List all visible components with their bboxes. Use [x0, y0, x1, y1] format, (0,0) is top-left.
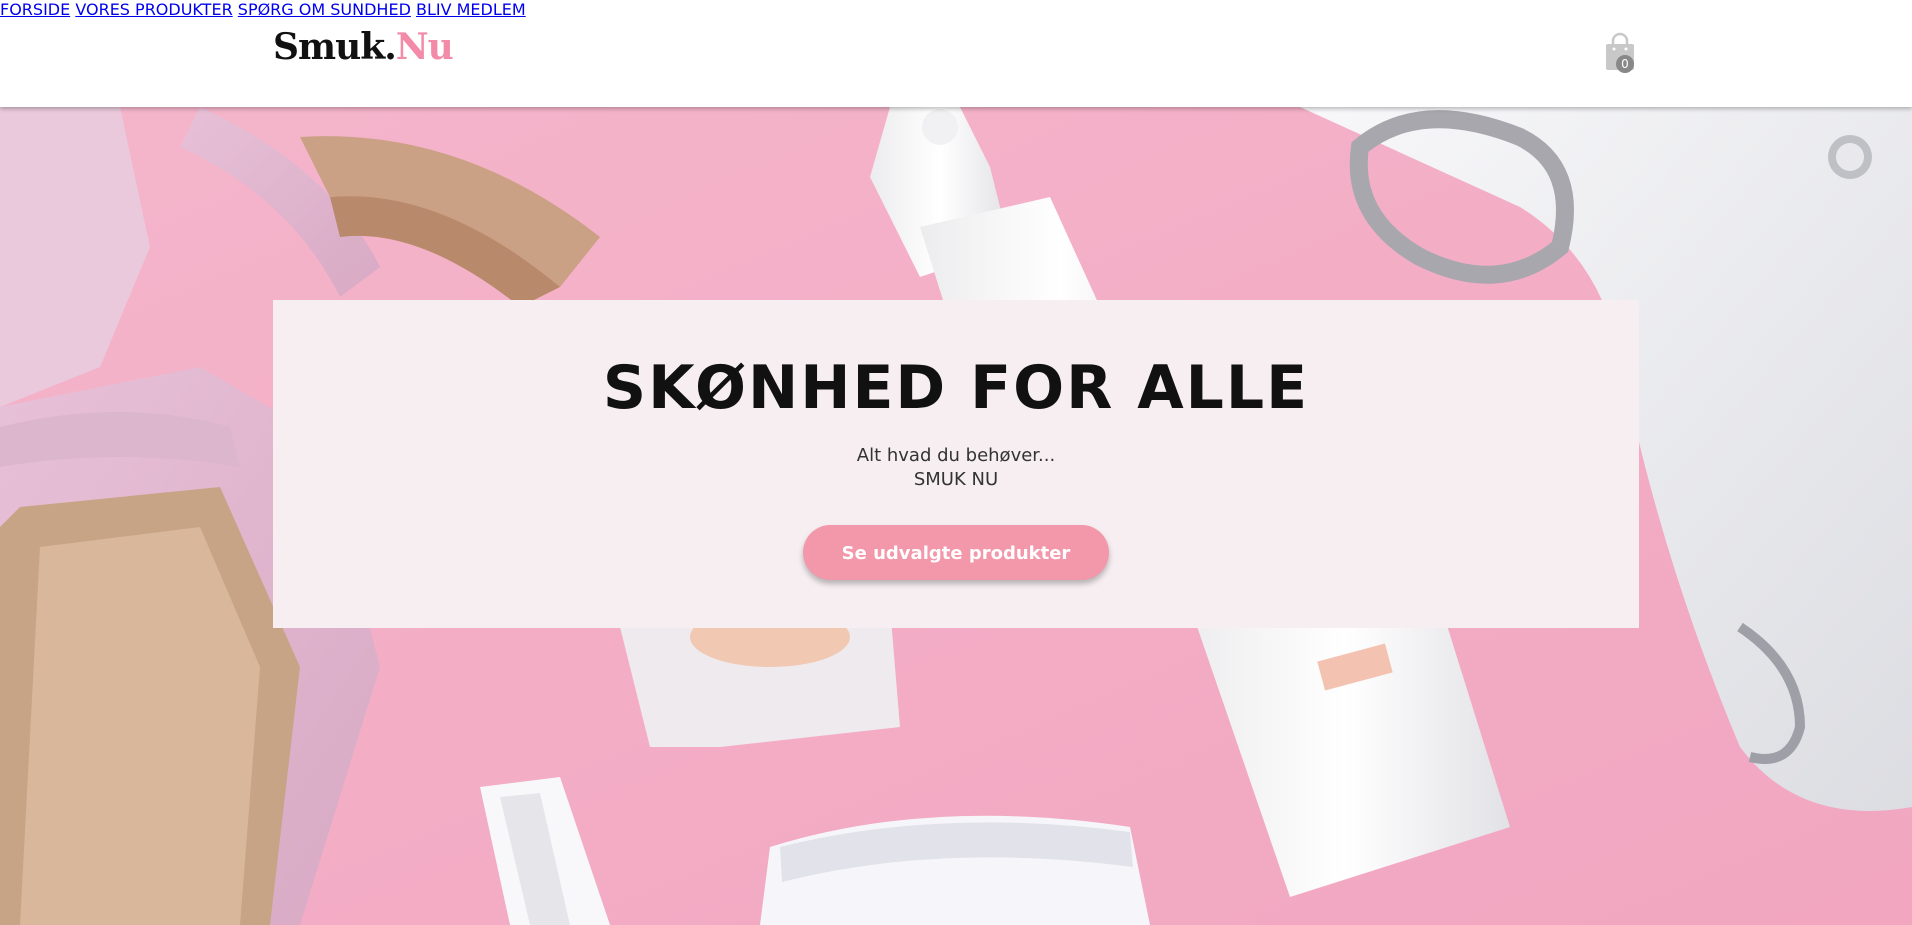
site-header: Smuk.Nu FORSIDE VORES PRODUKTER SPØRG OM…: [0, 0, 1912, 107]
logo-accent: Nu: [395, 26, 454, 68]
cart-count-badge: 0: [1616, 55, 1634, 73]
site-logo[interactable]: Smuk.Nu: [273, 26, 454, 68]
nav-item-forside[interactable]: FORSIDE: [0, 0, 70, 19]
see-featured-products-button[interactable]: Se udvalgte produkter: [803, 525, 1109, 580]
nav-item-vores-produkter[interactable]: VORES PRODUKTER: [75, 0, 232, 19]
hero-tagline: SMUK NU: [913, 469, 999, 490]
hero-title: SKØNHED FOR ALLE: [602, 353, 1310, 423]
logo-main: Smuk.: [273, 26, 397, 68]
hero-subtitle: Alt hvad du behøver...: [856, 445, 1056, 466]
nav-item-bliv-medlem[interactable]: BLIV MEDLEM: [416, 0, 526, 19]
nav-item-spoerg-om-sundhed[interactable]: SPØRG OM SUNDHED: [238, 0, 411, 19]
